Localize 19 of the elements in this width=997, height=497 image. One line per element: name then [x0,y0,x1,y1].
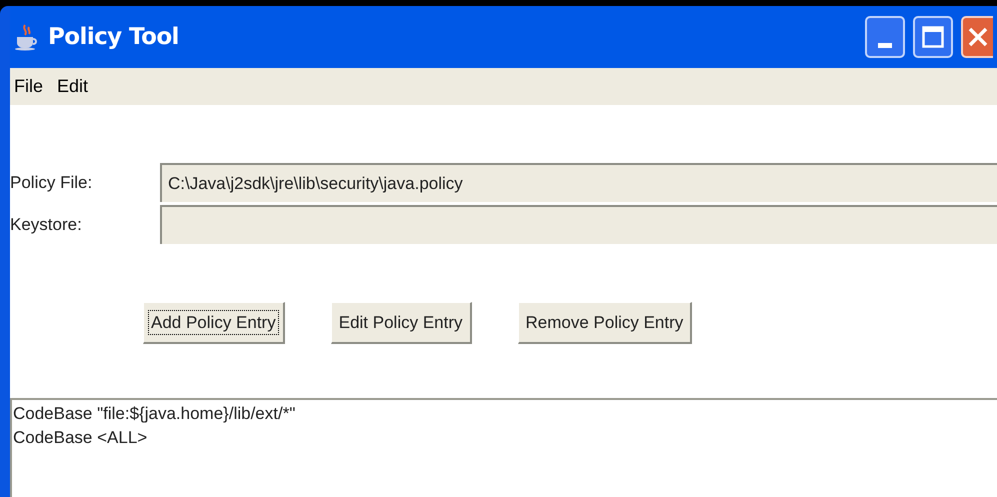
minimize-icon [878,43,892,48]
maximize-button[interactable] [913,16,953,58]
maximize-icon [922,26,944,48]
menu-item[interactable]: Edit [57,73,88,100]
close-button[interactable] [961,16,993,58]
policy-entry[interactable]: CodeBase <ALL> [13,426,148,450]
text-field[interactable] [160,205,997,244]
minimize-button[interactable] [865,16,905,58]
action-button[interactable]: Remove Policy Entry [518,302,692,344]
field-label: Keystore: [10,214,83,236]
action-button[interactable]: Add Policy Entry [143,302,285,344]
window-title: Policy Tool [48,22,179,52]
action-button[interactable]: Edit Policy Entry [330,302,472,344]
menu-item[interactable]: File [14,73,44,100]
policy-entry[interactable]: CodeBase "file:${java.home}/lib/ext/*" [13,402,296,426]
field-label: Policy File: [10,172,94,194]
close-icon [968,27,988,47]
text-field[interactable]: C:\Java\j2sdk\jre\lib\security\java.policy [160,163,997,202]
coffee-cup-icon [14,23,40,51]
